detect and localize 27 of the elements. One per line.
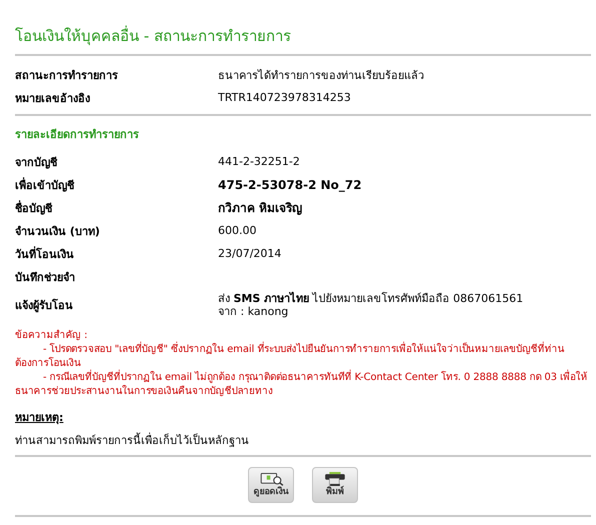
field-label: หมายเลขอ้างอิง <box>15 90 91 106</box>
field-label: สถานะการทำรายการ <box>15 68 119 84</box>
field-label: จากบัญชี <box>15 154 58 170</box>
field-value: 600.00 <box>218 224 258 237</box>
field-value: 441-2-32251-2 <box>218 155 301 168</box>
field-label: วันที่โอนเงิน <box>15 245 75 262</box>
field-value: 23/07/2014 <box>218 247 282 260</box>
page-title: โอนเงินให้บุคคลอื่น - สถานะการทำรายการ <box>15 26 292 46</box>
field-label: จำนวนเงิน (บาท) <box>15 224 101 240</box>
notice-text: - กรณีเลขที่บัญชีที่ปรากฏใน email ไม่ถูกต้อง กรุณาติดต่อธนาคารทันทีที่ K-Contact Center โทร. 0 2888 8888 กด 03 เพื่อให้ธนาคารช่วยประสานงานในการขอเงินคืนจากบัญชีปลายทาง <box>15 371 591 399</box>
field-value: กวิภาค หิมเจริญ <box>218 200 304 217</box>
note-text: ท่านสามารถพิมพ์รายการนี้เพื่อเก็บไว้เป็นหลักฐาน <box>15 434 250 448</box>
field-label: ชื่อบัญชี <box>15 199 54 216</box>
field-value: ส่ง SMS ภาษาไทย ไปยังหมายเลขโทรศัพท์มือถือ 0867061561 <box>218 292 524 305</box>
balance-button[interactable]: ดูยอดเงิน <box>248 467 294 503</box>
notice-text: - โปรดตรวจสอบ "เลขที่บัญชี" ซึ่งปรากฏใน email ที่ระบบส่งไปยืนยันการทำรายการเพื่อให้แน่ใจว่าเป็นหมายเลขบัญชีที่ท่านต้องการโอนเงิน <box>15 343 591 371</box>
field-label: บันทึกช่วยจำ <box>15 270 76 286</box>
field-label: แจ้งผู้รับโอน <box>15 298 74 314</box>
field-value: 475-2-53078-2 No_72 <box>218 178 363 192</box>
note-heading: หมายเหตุ: <box>15 411 64 425</box>
section-title: รายละเอียดการทำรายการ <box>15 127 140 143</box>
field-value: TRTR140723978314253 <box>218 91 352 104</box>
field-label: เพื่อเข้าบัญชี <box>15 176 76 194</box>
print-button[interactable]: พิมพ์ <box>312 467 358 503</box>
field-value: จาก : kanong <box>218 305 290 318</box>
field-value: ธนาคารได้ทำรายการของท่านเรียบร้อยแล้ว <box>218 68 425 84</box>
notice-heading: ข้อความสำคัญ : <box>15 329 88 343</box>
